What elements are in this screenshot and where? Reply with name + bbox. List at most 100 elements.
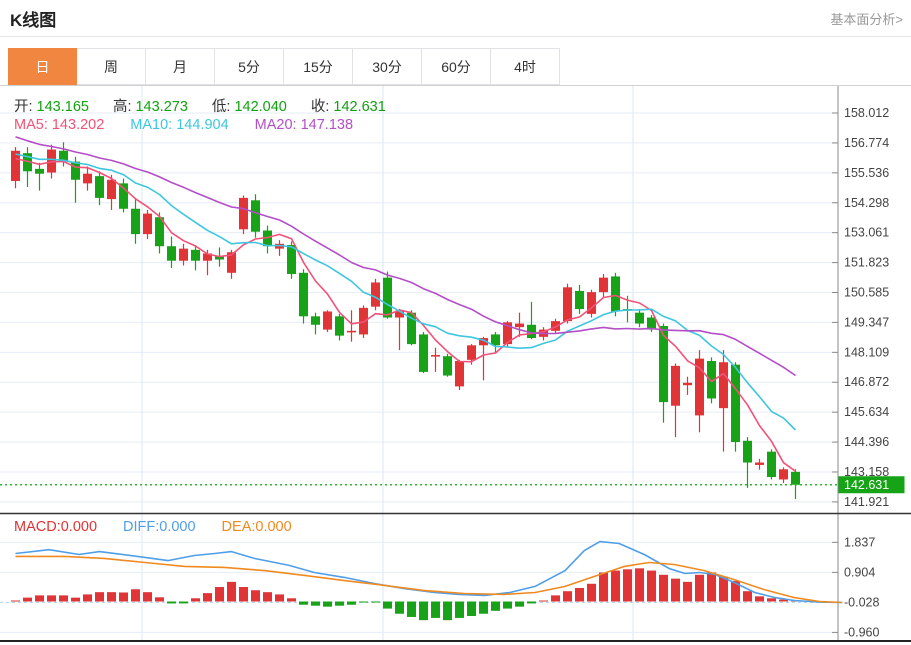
tab-week[interactable]: 周 bbox=[77, 48, 146, 85]
y-axis-label: 150.585 bbox=[844, 286, 889, 300]
ma5-value: MA5: 143.202 bbox=[14, 117, 105, 133]
macd-bar bbox=[479, 601, 488, 614]
macd-bar bbox=[755, 596, 764, 602]
page-title: K线图 bbox=[10, 11, 57, 30]
y-axis-label: 141.921 bbox=[844, 495, 889, 509]
diff-line bbox=[15, 540, 843, 604]
candle-body bbox=[743, 440, 752, 463]
candle-body bbox=[371, 282, 380, 307]
tab-5min[interactable]: 5分 bbox=[215, 48, 284, 85]
fundamental-analysis-link[interactable]: 基本面分析> bbox=[830, 9, 903, 28]
close-pair: 收: 142.631 bbox=[311, 95, 386, 116]
candle-body bbox=[599, 277, 608, 293]
macd-bar bbox=[335, 601, 344, 606]
candle-body bbox=[647, 317, 656, 330]
y-axis-label: 154.298 bbox=[844, 196, 889, 210]
macd-bar bbox=[59, 595, 68, 602]
candle-body bbox=[575, 290, 584, 310]
tab-day[interactable]: 日 bbox=[8, 48, 77, 85]
candle-body bbox=[683, 382, 692, 386]
macd-bar bbox=[227, 581, 236, 602]
ma10-value: MA10: 144.904 bbox=[130, 117, 229, 133]
y-axis-label: 145.634 bbox=[844, 405, 889, 419]
macd-bar bbox=[311, 601, 320, 606]
macd-bar bbox=[167, 601, 176, 604]
macd-bar bbox=[491, 601, 500, 611]
macd-bar bbox=[347, 601, 356, 605]
macd-bar bbox=[443, 601, 452, 621]
candle-body bbox=[635, 312, 644, 324]
tab-30min[interactable]: 30分 bbox=[353, 48, 422, 85]
macd-bar bbox=[263, 592, 272, 602]
macd-bar bbox=[647, 570, 656, 602]
candle-body bbox=[275, 243, 284, 249]
candlestick-layer bbox=[11, 142, 800, 500]
open-value: 143.165 bbox=[36, 99, 89, 115]
macd-bar bbox=[371, 601, 380, 603]
macd-histogram-layer bbox=[11, 568, 800, 621]
candle-body bbox=[263, 230, 272, 247]
candle-body bbox=[455, 361, 464, 387]
macd-bar bbox=[527, 601, 536, 604]
candle-body bbox=[719, 362, 728, 409]
candle-body bbox=[767, 451, 776, 478]
candle-body bbox=[311, 316, 320, 325]
candle-body bbox=[203, 253, 212, 261]
candle-body bbox=[179, 248, 188, 261]
macd-bar bbox=[359, 601, 368, 603]
candle-body bbox=[395, 311, 404, 318]
open-pair: 开: 143.165 bbox=[14, 95, 89, 116]
candle-body bbox=[611, 276, 620, 312]
candle-body bbox=[527, 324, 536, 339]
macd-bar bbox=[503, 601, 512, 609]
macd-bar bbox=[83, 594, 92, 602]
macd-bar bbox=[515, 601, 524, 607]
macd-bar bbox=[551, 595, 560, 602]
candle-body bbox=[491, 334, 500, 346]
macd-bar bbox=[287, 598, 296, 602]
tab-month[interactable]: 月 bbox=[146, 48, 215, 85]
candle-body bbox=[515, 323, 524, 328]
candle-body bbox=[35, 168, 44, 174]
macd-bar bbox=[131, 589, 140, 602]
macd-bar bbox=[623, 569, 632, 602]
candle-body bbox=[563, 287, 572, 322]
candle-body bbox=[539, 329, 548, 337]
low-value: 142.040 bbox=[234, 99, 287, 115]
candle-body bbox=[167, 246, 176, 261]
candle-body bbox=[671, 365, 680, 406]
current-price-badge-text: 142.631 bbox=[844, 478, 889, 492]
candle-body bbox=[383, 277, 392, 318]
open-label: 开: bbox=[14, 99, 33, 115]
candle-body bbox=[407, 312, 416, 345]
candle-body bbox=[155, 217, 164, 247]
high-pair: 高: 143.273 bbox=[113, 95, 188, 116]
macd-bar bbox=[587, 583, 596, 602]
tab-15min[interactable]: 15分 bbox=[284, 48, 353, 85]
tab-4hour[interactable]: 4时 bbox=[491, 48, 560, 85]
candle-body bbox=[251, 200, 260, 232]
candle-body bbox=[287, 245, 296, 275]
macd-bar bbox=[323, 601, 332, 607]
candle-body bbox=[779, 469, 788, 480]
ma20-line bbox=[15, 136, 796, 377]
macd-bar bbox=[419, 601, 428, 621]
macd-bar bbox=[179, 601, 188, 604]
macd-bar bbox=[275, 594, 284, 602]
macd-bar bbox=[779, 599, 788, 602]
timeframe-tab-bar: 日周月 5分 15分 30分 60分 4时 bbox=[8, 48, 560, 86]
macd-bar bbox=[119, 592, 128, 602]
ma-legend: MA5: 143.202 MA10: 144.904 MA20: 147.138 bbox=[14, 117, 353, 133]
candle-body bbox=[335, 316, 344, 336]
macd-bar bbox=[299, 601, 308, 605]
tab-60min[interactable]: 60分 bbox=[422, 48, 491, 85]
candle-body bbox=[659, 325, 668, 403]
macd-bar bbox=[239, 587, 248, 602]
macd-bar bbox=[23, 597, 32, 602]
macd-axis-label: -0.960 bbox=[844, 625, 879, 639]
macd-bar bbox=[251, 590, 260, 602]
macd-bar bbox=[683, 581, 692, 602]
ma10-line bbox=[15, 153, 797, 431]
ohlc-legend: 开: 143.165 高: 143.273 低: 142.040 收: 142.631 bbox=[14, 95, 386, 116]
macd-bar bbox=[695, 574, 704, 602]
